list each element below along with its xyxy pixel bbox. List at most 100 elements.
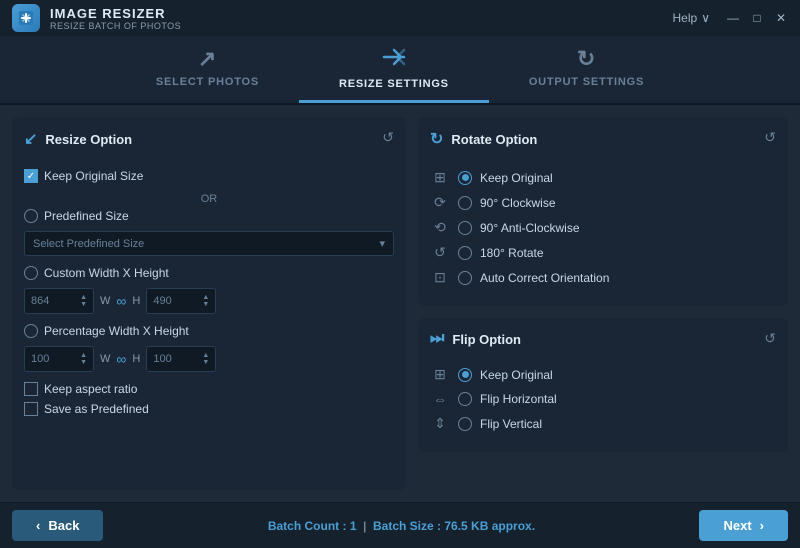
save-as-predefined-row: Save as Predefined [24,402,394,416]
pct-width-down[interactable]: ▼ [80,359,87,366]
rotate-option-title: ↻ Rotate Option [430,129,537,149]
custom-h-label: H [132,295,140,307]
custom-width-value: 864 [31,295,49,307]
flip-vertical-row: ⇕ Flip Vertical [430,415,776,432]
percentage-radio[interactable] [24,324,38,338]
width-spinner[interactable]: ▲ ▼ [80,294,87,308]
flip-keep-original-row: ⊞ Keep Original [430,366,776,383]
predefined-size-radio[interactable] [24,209,38,223]
rotate-keep-original-radio[interactable] [458,171,472,185]
pct-height-spinner[interactable]: ▲ ▼ [202,352,209,366]
or-separator: OR [24,193,394,205]
rotate-option-panel: ↻ Rotate Option ↺ ⊞ Keep Original ⟳ 90° … [418,117,788,306]
flip-horizontal-row: ⇔ Flip Horizontal [430,391,776,407]
flip-horizontal-radio[interactable] [458,392,472,406]
rotate-icon: ↻ [430,129,443,149]
rotate-90acw-radio[interactable] [458,221,472,235]
rotate-90cw-icon: ⟳ [430,194,450,211]
percentage-height-input[interactable]: 100 ▲ ▼ [146,346,216,372]
title-text: IMAGE RESIZER RESIZE BATCH OF PHOTOS [50,6,181,31]
batch-info: Batch Count : 1 | Batch Size : 76.5 KB a… [268,519,535,533]
keep-aspect-ratio-row: Keep aspect ratio [24,382,394,396]
flip-horizontal-icon: ⇔ [430,391,450,407]
flip-reset-button[interactable]: ↺ [764,330,776,347]
resize-reset-button[interactable]: ↺ [382,129,394,146]
rotate-180-radio[interactable] [458,246,472,260]
resize-option-header: ↙ Resize Option ↺ [24,129,394,161]
percentage-height-value: 100 [153,353,171,365]
flip-icon: ⏭ [430,330,444,348]
rotate-keep-original-label: Keep Original [480,171,553,185]
rotate-90acw-label: 90° Anti-Clockwise [480,221,580,235]
batch-count-value: 1 [350,519,357,533]
right-panel: ↻ Rotate Option ↺ ⊞ Keep Original ⟳ 90° … [418,117,788,490]
rotate-180-row: ↺ 180° Rotate [430,244,776,261]
pct-height-up[interactable]: ▲ [202,352,209,359]
resize-settings-icon [380,46,408,74]
keep-aspect-ratio-label: Keep aspect ratio [44,382,137,396]
height-down-arrow[interactable]: ▼ [202,301,209,308]
custom-height-value: 490 [153,295,171,307]
app-subtitle: RESIZE BATCH OF PHOTOS [50,21,181,31]
keep-original-size-checkbox[interactable]: ✓ [24,169,38,183]
keep-original-size-row: ✓ Keep Original Size [24,169,394,183]
percentage-dimension-inputs: 100 ▲ ▼ W ∞ H 100 ▲ ▼ [24,346,394,372]
nav-tabs: ↗ SELECT PHOTOS RESIZE SETTINGS ↻ OUTPUT… [0,36,800,105]
custom-height-input[interactable]: 490 ▲ ▼ [146,288,216,314]
back-button[interactable]: ‹ Back [12,510,103,541]
batch-size-label: Batch Size : [373,519,441,533]
rotate-90acw-icon: ⟲ [430,219,450,236]
resize-icon: ↙ [24,129,37,149]
tab-resize-settings[interactable]: RESIZE SETTINGS [299,36,489,103]
rotate-90cw-label: 90° Clockwise [480,196,556,210]
pct-width-up[interactable]: ▲ [80,352,87,359]
flip-vertical-radio[interactable] [458,417,472,431]
rotate-option-header: ↻ Rotate Option ↺ [430,129,776,161]
custom-width-input[interactable]: 864 ▲ ▼ [24,288,94,314]
flip-keep-original-label: Keep Original [480,368,553,382]
batch-size-value: 76.5 KB approx. [444,519,535,533]
flip-keep-icon: ⊞ [430,366,450,383]
rotate-90acw-row: ⟲ 90° Anti-Clockwise [430,219,776,236]
flip-keep-original-radio[interactable] [458,368,472,382]
rotate-reset-button[interactable]: ↺ [764,129,776,146]
tab-select-photos[interactable]: ↗ SELECT PHOTOS [116,36,299,103]
width-down-arrow[interactable]: ▼ [80,301,87,308]
percentage-radio-row: Percentage Width X Height [24,324,394,338]
custom-dimension-radio[interactable] [24,266,38,280]
pct-height-down[interactable]: ▼ [202,359,209,366]
titlebar: IMAGE RESIZER RESIZE BATCH OF PHOTOS Hel… [0,0,800,36]
predefined-size-select[interactable]: Select Predefined Size ▾ [24,231,394,256]
percentage-width-value: 100 [31,353,49,365]
rotate-keep-icon: ⊞ [430,169,450,186]
keep-aspect-ratio-checkbox[interactable] [24,382,38,396]
minimize-button[interactable]: — [726,11,740,25]
tab-output-settings[interactable]: ↻ OUTPUT SETTINGS [489,36,684,103]
help-button[interactable]: Help ∨ [673,11,710,25]
custom-dimension-section: Custom Width X Height 864 ▲ ▼ W ∞ H 490 … [24,266,394,314]
predefined-size-section: Predefined Size Select Predefined Size ▾ [24,209,394,256]
resize-option-title: ↙ Resize Option [24,129,132,149]
flip-option-header: ⏭ Flip Option ↺ [430,330,776,358]
height-up-arrow[interactable]: ▲ [202,294,209,301]
custom-dimension-label: Custom Width X Height [44,266,169,280]
resize-option-panel: ↙ Resize Option ↺ ✓ Keep Original Size O… [12,117,406,490]
save-as-predefined-checkbox[interactable] [24,402,38,416]
custom-dimension-inputs: 864 ▲ ▼ W ∞ H 490 ▲ ▼ [24,288,394,314]
keep-original-size-label: Keep Original Size [44,169,143,183]
titlebar-right: Help ∨ — □ ✕ [673,11,788,25]
back-arrow-icon: ‹ [36,518,40,533]
close-button[interactable]: ✕ [774,11,788,25]
save-as-predefined-label: Save as Predefined [44,402,149,416]
maximize-button[interactable]: □ [750,11,764,25]
rotate-90cw-radio[interactable] [458,196,472,210]
rotate-auto-radio[interactable] [458,271,472,285]
percentage-width-input[interactable]: 100 ▲ ▼ [24,346,94,372]
flip-option-title: ⏭ Flip Option [430,330,521,348]
next-button[interactable]: Next › [699,510,788,541]
pct-width-spinner[interactable]: ▲ ▼ [80,352,87,366]
width-up-arrow[interactable]: ▲ [80,294,87,301]
rotate-180-label: 180° Rotate [480,246,544,260]
predefined-size-placeholder: Select Predefined Size [33,238,144,250]
height-spinner[interactable]: ▲ ▼ [202,294,209,308]
